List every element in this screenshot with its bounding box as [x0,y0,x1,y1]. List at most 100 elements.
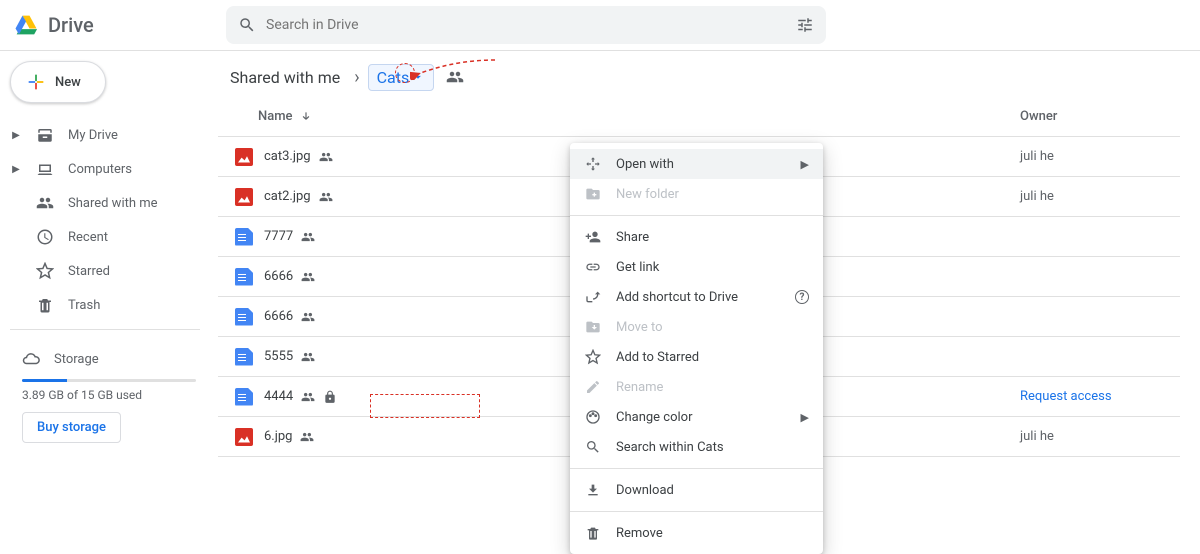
nav-label: My Drive [68,128,118,143]
arrow-drop-down-icon [411,70,425,84]
shared-icon [319,150,333,164]
app-header: Drive [0,0,1200,50]
docs-file-icon [235,348,253,366]
buy-storage-button[interactable]: Buy storage [22,412,121,443]
file-name: 7777 [264,229,293,244]
arrow-down-icon [299,110,313,124]
ctx-move-to: Move to [570,312,823,342]
file-name: 6.jpg [264,429,292,444]
shared-icon [301,310,315,324]
shared-icon [301,390,315,404]
nav-shared[interactable]: Shared with me [10,187,212,219]
breadcrumb-current-dropdown[interactable]: Cats [368,64,435,91]
content-area: Shared with me › Cats Name Owner cat3.jp… [212,51,1200,531]
sidebar: New ▶ My Drive ▶ Computers Shared with m… [0,51,212,531]
breadcrumb-parent[interactable]: Shared with me [224,64,346,91]
search-bar[interactable] [226,6,826,44]
star-icon [36,262,54,280]
shared-icon [319,190,333,204]
file-name: cat3.jpg [264,149,311,164]
new-button-label: New [55,75,81,90]
chevron-right-icon: ▶ [10,164,22,175]
palette-icon [584,409,602,425]
docs-file-icon [235,388,253,406]
ctx-search-within[interactable]: Search within Cats [570,432,823,462]
file-owner: juli he [1020,189,1170,204]
laptop-icon [36,160,54,178]
file-owner: juli he [1020,429,1170,444]
docs-file-icon [235,228,253,246]
chevron-right-icon: ▶ [801,158,809,171]
logo-area[interactable]: Drive [12,11,212,39]
ctx-download[interactable]: Download [570,475,823,505]
nav-label: Trash [68,298,100,313]
chevron-right-icon: ▶ [801,411,809,424]
shared-folder-icon[interactable] [446,68,464,86]
download-icon [584,482,602,498]
nav-label: Starred [68,264,110,279]
storage-label: Storage [54,352,99,367]
chevron-right-icon: ▶ [10,130,22,141]
shared-icon [301,350,315,364]
image-file-icon [235,148,253,166]
open-with-icon [584,156,602,172]
search-options-icon[interactable] [796,16,814,34]
file-name: 5555 [264,349,293,364]
link-icon [584,259,602,275]
nav-computers[interactable]: ▶ Computers [10,153,212,185]
pencil-icon [584,379,602,395]
person-add-icon [584,229,602,245]
help-icon[interactable]: ? [795,290,809,304]
nav-storage[interactable]: Storage [22,343,196,375]
trash-icon [36,296,54,314]
ctx-new-folder: New folder [570,179,823,209]
shared-icon [301,270,315,284]
storage-used-text: 3.89 GB of 15 GB used [22,388,196,402]
nav-label: Computers [68,162,132,177]
folder-context-menu: Open with ▶ New folder Share Get link Ad… [570,143,823,554]
ctx-add-shortcut[interactable]: Add shortcut to Drive ? [570,282,823,312]
nav-trash[interactable]: Trash [10,289,212,321]
app-name: Drive [48,13,94,37]
ctx-remove[interactable]: Remove [570,518,823,548]
nav-my-drive[interactable]: ▶ My Drive [10,119,212,151]
nav-starred[interactable]: Starred [10,255,212,287]
file-name: cat2.jpg [264,189,311,204]
docs-file-icon [235,308,253,326]
ctx-open-with[interactable]: Open with ▶ [570,149,823,179]
col-header-name[interactable]: Name [258,109,1020,124]
file-owner: juli he [1020,149,1170,164]
image-file-icon [235,188,253,206]
add-shortcut-icon [584,289,602,305]
lock-icon [323,390,337,404]
new-button[interactable]: New [10,61,106,103]
plus-icon [25,71,47,93]
table-header: Name Owner [218,97,1180,137]
nav-label: Recent [68,230,108,245]
clock-icon [36,228,54,246]
ctx-get-link[interactable]: Get link [570,252,823,282]
breadcrumb: Shared with me › Cats [218,57,1180,97]
storage-section: Storage 3.89 GB of 15 GB used Buy storag… [10,343,212,443]
ctx-add-starred[interactable]: Add to Starred [570,342,823,372]
col-header-owner[interactable]: Owner [1020,109,1170,124]
search-icon [238,16,256,34]
search-input[interactable] [266,17,786,33]
shared-icon [301,230,315,244]
search-icon [584,439,602,455]
drive-logo-icon [12,11,40,39]
ctx-change-color[interactable]: Change color ▶ [570,402,823,432]
breadcrumb-current-label: Cats [377,68,410,87]
nav-recent[interactable]: Recent [10,221,212,253]
file-name: 6666 [264,269,293,284]
people-icon [36,194,54,212]
new-folder-icon [584,186,602,202]
nav-label: Shared with me [68,196,158,211]
file-name: 6666 [264,309,293,324]
ctx-share[interactable]: Share [570,222,823,252]
ctx-rename: Rename [570,372,823,402]
trash-icon [584,525,602,541]
file-owner[interactable]: Request access [1020,389,1170,404]
cloud-icon [22,350,40,368]
file-name: 4444 [264,389,293,404]
